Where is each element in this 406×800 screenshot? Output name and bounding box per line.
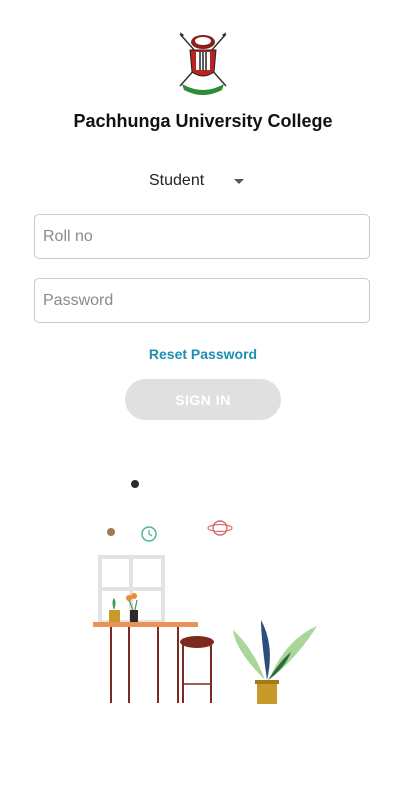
roll-no-input[interactable] <box>34 214 370 259</box>
role-dropdown[interactable]: Student <box>138 168 258 194</box>
password-input[interactable] <box>34 278 370 323</box>
sign-in-button[interactable]: SIGN IN <box>125 379 281 420</box>
desk-with-plants-illustration <box>93 480 317 704</box>
chevron-down-icon <box>234 178 244 184</box>
role-selected-value: Student <box>149 172 205 189</box>
college-emblem-icon <box>179 32 227 95</box>
page-title: Pachhunga University College <box>73 111 333 131</box>
reset-password-link[interactable]: Reset Password <box>0 346 406 362</box>
